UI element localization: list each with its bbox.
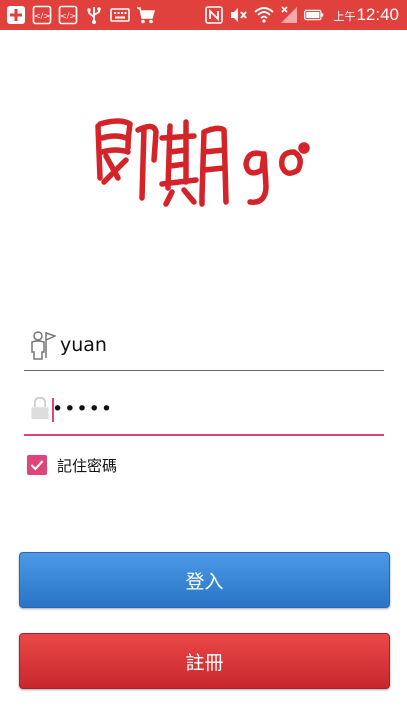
checkmark-icon [30, 460, 44, 471]
battery-icon [304, 5, 324, 25]
notification-icons: </> </> [6, 5, 156, 25]
password-input[interactable] [52, 392, 362, 426]
username-input[interactable] [60, 328, 370, 362]
clock: 上午 12:40 [333, 5, 399, 25]
nfc-icon [204, 5, 224, 25]
plus-icon [6, 5, 26, 25]
status-bar: </> </> 上午 12:40 [0, 0, 407, 30]
svg-text:</>: </> [34, 12, 50, 21]
signal-icon [279, 5, 299, 25]
code-icon: </> [32, 5, 52, 25]
person-flag-icon [28, 330, 58, 360]
mute-icon [229, 5, 249, 25]
remember-password-checkbox[interactable] [27, 455, 47, 475]
username-field[interactable] [24, 322, 384, 371]
svg-text:</>: </> [60, 12, 76, 21]
password-field[interactable] [24, 386, 384, 436]
wifi-icon [254, 5, 275, 25]
usb-icon [84, 5, 104, 25]
keyboard-icon [110, 5, 130, 25]
remember-password-label: 記住密碼 [57, 456, 118, 475]
login-button[interactable]: 登入 [19, 552, 390, 608]
clock-time: 12:40 [356, 5, 399, 24]
app-logo [90, 108, 320, 208]
system-icons: 上午 12:40 [204, 5, 399, 25]
cart-icon [136, 5, 156, 25]
clock-ampm: 上午 [333, 10, 356, 23]
code-icon: </> [58, 5, 78, 25]
register-button[interactable]: 註冊 [19, 633, 390, 689]
remember-password-row[interactable]: 記住密碼 [27, 453, 117, 477]
